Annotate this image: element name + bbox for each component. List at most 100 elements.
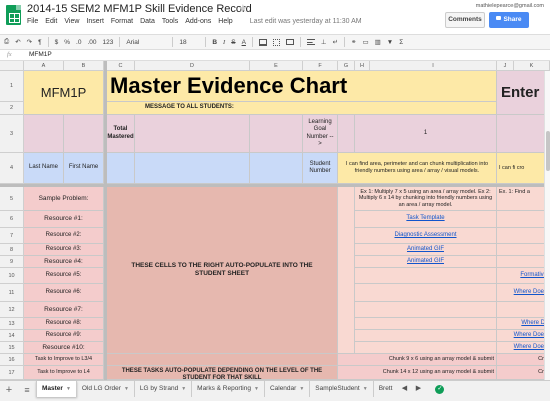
tab-menu-arrow-icon[interactable]: ▼ <box>363 386 368 392</box>
tab-menu-arrow-icon[interactable]: ▼ <box>124 386 129 392</box>
menu-help[interactable]: Help <box>218 18 232 25</box>
cell-k8[interactable] <box>497 244 550 256</box>
column-header[interactable]: F <box>303 61 338 71</box>
diagnostic-assessment-link[interactable]: Diagnostic Assessment <box>355 228 497 244</box>
increase-decimal-button[interactable]: .00 <box>87 39 96 46</box>
row-header[interactable]: 6 <box>0 211 24 228</box>
sample-problem-text-k[interactable]: Ex. 1: Find a <box>497 187 550 211</box>
borders-icon[interactable] <box>272 38 280 46</box>
redo-icon[interactable]: ↷ <box>27 38 32 46</box>
task-improve-l34-label[interactable]: Task to Improve to L3/4 <box>24 354 104 366</box>
vertical-align-icon[interactable]: ⊥ <box>321 38 327 46</box>
cell-i14[interactable] <box>355 330 497 342</box>
column-header[interactable]: K <box>514 61 550 71</box>
vertical-scrollbar[interactable] <box>544 71 550 380</box>
tasks-auto-populate-note[interactable]: THESE TASKS AUTO-POPULATE DEPENDING ON T… <box>107 366 338 380</box>
menu-edit[interactable]: Edit <box>45 18 57 25</box>
course-code-cell[interactable]: MFM1P <box>24 71 104 115</box>
row-header[interactable]: 17 <box>0 366 24 380</box>
resource-label[interactable]: Resource #3: <box>24 244 104 256</box>
cell-i15[interactable] <box>355 342 497 354</box>
star-icon[interactable]: ★ <box>238 2 248 15</box>
task-template-link[interactable]: Task Template <box>355 211 497 228</box>
chunk-task-l34[interactable]: Chunk 9 x 6 using an array model & submi… <box>338 354 497 366</box>
menu-insert[interactable]: Insert <box>86 18 104 25</box>
scroll-tabs-right-icon[interactable]: ▶ <box>411 381 425 397</box>
chunk-task-l4[interactable]: Chunk 14 x 12 using an array model & sub… <box>338 366 497 380</box>
column-header[interactable]: I <box>370 61 497 71</box>
bold-button[interactable]: B <box>212 39 217 46</box>
insert-comment-icon[interactable]: ▭ <box>362 38 368 46</box>
cell-i10[interactable] <box>355 268 497 284</box>
resource-label[interactable]: Resource #5: <box>24 268 104 284</box>
sheet-tab-samplestudent[interactable]: SampleStudent ▼ <box>310 381 374 397</box>
cell-k3[interactable] <box>497 115 550 153</box>
row-header[interactable]: 3 <box>0 115 24 153</box>
where-does-link[interactable]: Where Dr <box>497 318 550 330</box>
decrease-decimal-button[interactable]: .0 <box>76 39 81 46</box>
first-name-header[interactable]: First Name <box>64 153 104 184</box>
cell-i12[interactable] <box>355 302 497 318</box>
column-header[interactable]: E <box>250 61 303 71</box>
filter-icon[interactable]: ▼ <box>387 39 393 46</box>
row-header[interactable]: 4 <box>0 153 24 184</box>
learning-goal-description-k[interactable]: I can fi cro <box>497 153 550 184</box>
resource-label[interactable]: Resource #6: <box>24 284 104 302</box>
menu-addons[interactable]: Add-ons <box>185 18 211 25</box>
sheet-tab-calendar[interactable]: Calendar ▼ <box>265 381 311 397</box>
animated-gif-link[interactable]: Animated GIF <box>355 244 497 256</box>
sample-problem-text[interactable]: Ex 1: Multiply 7 x 5 using an area / arr… <box>355 187 497 211</box>
sheets-logo-icon[interactable] <box>6 5 21 25</box>
cell-k9[interactable] <box>497 256 550 268</box>
cell-g5[interactable] <box>338 187 355 354</box>
cell-k6[interactable] <box>497 211 550 228</box>
spreadsheet-grid[interactable]: A B C D E F G H I J K 1 2 3 4 5 6 7 8 9 … <box>0 61 550 380</box>
tab-menu-arrow-icon[interactable]: ▼ <box>66 386 71 392</box>
row-header[interactable]: 11 <box>0 284 24 302</box>
master-evidence-title-cell[interactable]: Master Evidence Chart <box>107 71 497 102</box>
column-header[interactable]: A <box>24 61 64 71</box>
cell-i13[interactable] <box>355 318 497 330</box>
scroll-tabs-left-icon[interactable]: ◀ <box>397 381 411 397</box>
percent-format-button[interactable]: % <box>64 39 70 46</box>
row-header[interactable]: 1 <box>0 71 24 102</box>
row-header[interactable]: 14 <box>0 330 24 342</box>
fill-color-icon[interactable] <box>258 38 267 46</box>
row-header[interactable]: 13 <box>0 318 24 330</box>
row-header[interactable]: 9 <box>0 256 24 268</box>
document-title[interactable]: 2014-15 SEM2 MFM1P Skill Evidence Record <box>27 3 252 15</box>
select-all-corner[interactable] <box>0 61 24 71</box>
where-does-link[interactable]: Where Does <box>497 284 550 302</box>
horizontal-align-icon[interactable] <box>306 39 315 45</box>
cell-g3[interactable] <box>338 115 355 153</box>
row-header[interactable]: 10 <box>0 268 24 284</box>
resource-label[interactable]: Resource #10: <box>24 342 104 354</box>
row-header[interactable]: 5 <box>0 187 24 211</box>
cell-d3[interactable] <box>135 115 250 153</box>
font-size-select[interactable]: 18 <box>179 39 199 46</box>
total-mastered-header[interactable]: Total Mastered <box>107 115 135 153</box>
where-does-link[interactable]: Where Does <box>497 342 550 354</box>
column-header[interactable]: D <box>135 61 250 71</box>
scrollbar-thumb[interactable] <box>546 131 550 171</box>
resource-label[interactable]: Resource #8: <box>24 318 104 330</box>
create-task-cell[interactable]: Cre <box>497 366 550 380</box>
row-header[interactable]: 2 <box>0 102 24 115</box>
menu-format[interactable]: Format <box>111 18 133 25</box>
sheet-tab-marks-reporting[interactable]: Marks & Reporting ▼ <box>192 381 265 397</box>
currency-format-button[interactable]: $ <box>55 39 59 46</box>
share-button[interactable]: Share <box>489 12 529 28</box>
tab-menu-arrow-icon[interactable]: ▼ <box>299 386 304 392</box>
cell-d4[interactable] <box>135 153 250 184</box>
where-does-link[interactable]: Where Does <box>497 330 550 342</box>
functions-button[interactable]: Σ <box>399 39 403 46</box>
cell-b3[interactable] <box>64 115 104 153</box>
sample-problem-label[interactable]: Sample Problem: <box>24 187 104 211</box>
tab-menu-arrow-icon[interactable]: ▼ <box>254 386 259 392</box>
print-icon[interactable]: ⎙ <box>4 38 9 46</box>
last-name-header[interactable]: Last Name <box>24 153 64 184</box>
menu-file[interactable]: File <box>27 18 38 25</box>
formative-link[interactable]: Formative <box>497 268 550 284</box>
learning-goal-description[interactable]: I can find area, perimeter and can chunk… <box>338 153 497 184</box>
message-cell[interactable]: MESSAGE TO ALL STUDENTS: <box>107 102 497 115</box>
